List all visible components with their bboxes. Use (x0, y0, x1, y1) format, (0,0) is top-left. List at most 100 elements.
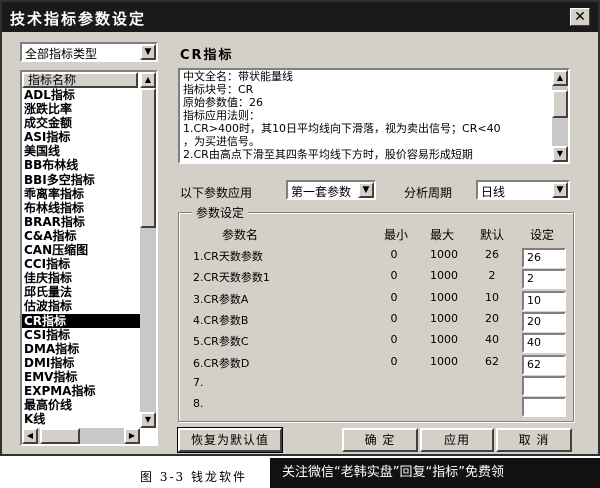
param-default: 10 (485, 290, 499, 304)
param-setting-input[interactable] (522, 375, 566, 396)
indicator-description: 中文全名：带状能量线 指标块号：CR 原始参数值：26 指标应用法则： 1.CR>400… (178, 68, 570, 164)
scroll-thumb[interactable] (140, 88, 156, 228)
col-header-max: 最大 (430, 228, 455, 242)
param-setting-input[interactable]: 62 (522, 354, 566, 375)
param-max: 1000 (430, 354, 458, 368)
description-line: 原始参数值：26 (183, 96, 263, 109)
scroll-up-icon[interactable]: ▲ (552, 70, 568, 86)
list-item[interactable]: DMA指标 (22, 342, 140, 356)
period-select[interactable]: 日线 ▼ (476, 180, 570, 200)
param-name: 1.CR天数参数 (193, 250, 263, 263)
param-max: 1000 (430, 311, 458, 325)
list-items: ADL指标 涨跌比率 成交金额 ASI指标 美国线 BB布林线 BBI多空指标 乖离率指标 布林… (22, 88, 140, 426)
param-name: 7. (193, 375, 204, 389)
description-line: 指标块号：CR (183, 83, 254, 96)
apply-params-label: 以下参数应用 (180, 186, 253, 200)
cancel-button[interactable]: 取 消 (496, 428, 572, 452)
param-setting-input[interactable]: 20 (522, 311, 566, 332)
col-header-setting: 设定 (530, 228, 555, 242)
col-header-name: 参数名 (222, 228, 259, 242)
list-header[interactable]: 指标名称 (22, 72, 138, 88)
param-name: 4.CR参数B (193, 313, 249, 327)
description-scrollbar[interactable]: ▲ ▼ (552, 70, 568, 162)
param-min: 0 (390, 269, 398, 283)
param-setting-input[interactable]: 26 (522, 248, 566, 268)
scroll-right-icon[interactable]: ▶ (124, 428, 140, 444)
list-item[interactable]: ASI指标 (22, 130, 140, 144)
list-hscrollbar[interactable]: ◀ ▶ (22, 428, 140, 444)
list-item[interactable]: EMV指标 (22, 370, 140, 384)
figure-caption: 图 3-3 钱龙软件 (140, 470, 247, 484)
list-item[interactable]: 佳庆指标 (22, 271, 140, 285)
title-bar: 技术指标参数设定 ✕ (2, 2, 598, 32)
list-item[interactable]: ADL指标 (22, 88, 140, 102)
restore-defaults-button[interactable]: 恢复为默认值 (177, 427, 283, 453)
list-vscrollbar[interactable]: ▲ ▼ (140, 72, 156, 428)
description-line: 2.CR由高点下滑至其四条平均线下方时，股价容易形成短期 (183, 148, 473, 161)
list-item[interactable]: 邱氏量法 (22, 285, 140, 299)
param-set-value: 第一套参数 (291, 185, 352, 199)
param-default: 20 (485, 311, 499, 325)
scroll-thumb[interactable] (552, 90, 568, 118)
col-header-default: 默认 (480, 228, 505, 242)
list-item[interactable]: 布林线指标 (22, 201, 140, 215)
scroll-left-icon[interactable]: ◀ (22, 428, 38, 444)
param-min: 0 (390, 311, 398, 325)
list-item[interactable]: 美国线 (22, 144, 140, 158)
col-header-min: 最小 (384, 228, 409, 242)
list-item[interactable]: DMI指标 (22, 356, 140, 370)
param-set-select[interactable]: 第一套参数 ▼ (286, 180, 376, 200)
list-item[interactable]: CSI指标 (22, 328, 140, 342)
indicator-list[interactable]: 指标名称 ADL指标 涨跌比率 成交金额 ASI指标 美国线 BB布林线 BBI多空指标 乖离… (20, 70, 158, 446)
description-line: 中文全名：带状能量线 (183, 70, 293, 83)
category-value: 全部指标类型 (25, 47, 98, 61)
list-item[interactable]: C&A指标 (22, 229, 140, 243)
param-name: 6.CR参数D (193, 356, 250, 370)
list-item[interactable]: 成交金额 (22, 116, 140, 130)
param-default: 40 (485, 333, 499, 347)
list-item[interactable]: K线 (22, 412, 140, 426)
param-max: 1000 (430, 290, 458, 304)
dialog-title: 技术指标参数设定 (10, 10, 147, 28)
params-group-title: 参数设定 (192, 204, 249, 221)
param-setting-input[interactable]: 2 (522, 269, 566, 290)
param-default: 2 (488, 269, 496, 283)
list-item[interactable]: CR指标 (22, 313, 140, 328)
param-max: 1000 (430, 333, 458, 347)
list-item[interactable]: 乖离率指标 (22, 187, 140, 201)
category-select[interactable]: 全部指标类型 ▼ (20, 42, 158, 62)
period-label: 分析周期 (404, 186, 453, 200)
chevron-down-icon[interactable]: ▼ (552, 182, 568, 198)
list-item[interactable]: BBI多空指标 (22, 173, 140, 187)
list-item[interactable]: BB布林线 (22, 158, 140, 172)
param-default: 62 (485, 354, 499, 368)
param-setting-input[interactable] (522, 397, 566, 418)
param-min: 0 (390, 290, 398, 304)
list-item[interactable]: CAN压缩图 (22, 243, 140, 257)
close-button[interactable]: ✕ (570, 8, 590, 26)
param-name: 3.CR参数A (193, 292, 249, 306)
scroll-up-icon[interactable]: ▲ (140, 72, 156, 88)
list-item[interactable]: BRAR指标 (22, 215, 140, 229)
hscroll-thumb[interactable] (40, 428, 80, 444)
param-max: 1000 (430, 269, 458, 283)
ok-button[interactable]: 确 定 (342, 428, 418, 452)
param-name: 2.CR天数参数1 (193, 271, 270, 285)
scroll-down-icon[interactable]: ▼ (140, 412, 156, 428)
list-item[interactable]: CCI指标 (22, 257, 140, 271)
scroll-down-icon[interactable]: ▼ (552, 146, 568, 162)
param-setting-input[interactable]: 40 (522, 333, 566, 354)
chevron-down-icon[interactable]: ▼ (358, 182, 374, 198)
param-min: 0 (390, 248, 398, 261)
list-item[interactable]: 估波指标 (22, 299, 140, 313)
watermark-banner: 关注微信“老韩实盘”回复“指标”免费领 (270, 458, 600, 488)
param-min: 0 (390, 333, 398, 347)
list-item[interactable]: EXPMA指标 (22, 384, 140, 398)
apply-button[interactable]: 应用 (420, 428, 494, 452)
chevron-down-icon[interactable]: ▼ (140, 44, 156, 60)
param-name: 5.CR参数C (193, 335, 249, 349)
list-item[interactable]: 涨跌比率 (22, 102, 140, 116)
list-item[interactable]: 最高价线 (22, 398, 140, 412)
param-setting-input[interactable]: 10 (522, 290, 566, 311)
indicator-title: CR指标 (180, 48, 234, 63)
